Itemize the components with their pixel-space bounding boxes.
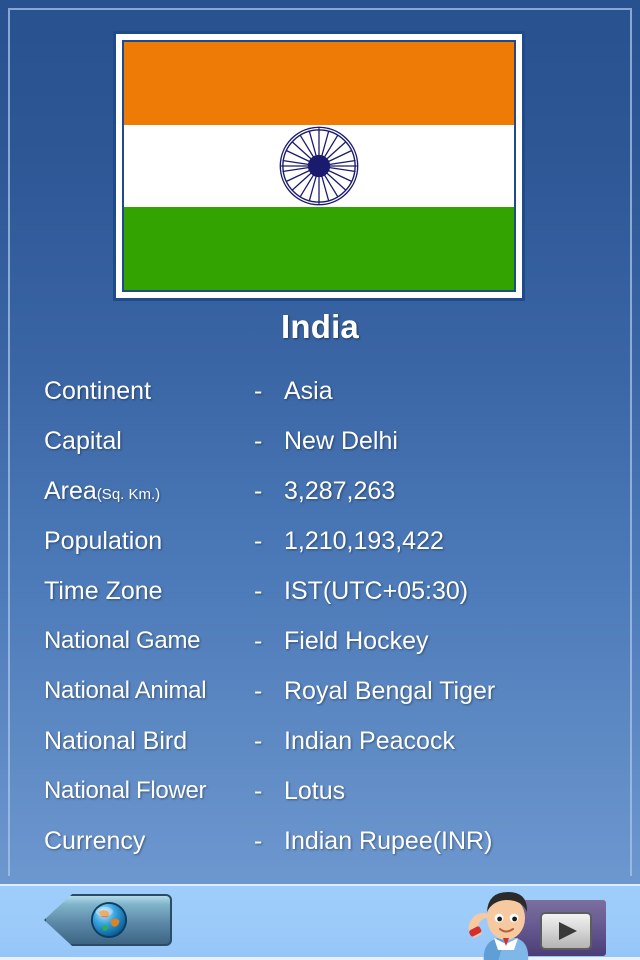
play-triangle <box>559 922 577 940</box>
fact-row-time-zone: Time Zone - IST(UTC+05:30) <box>0 566 640 616</box>
fact-separator: - <box>254 627 263 655</box>
fact-row-capital: Capital - New Delhi <box>0 416 640 466</box>
fact-unit: (Sq. Km.) <box>96 486 161 503</box>
fact-separator: - <box>254 477 263 505</box>
flag-band-green <box>124 207 514 290</box>
back-button[interactable] <box>44 894 172 946</box>
bottom-toolbar <box>0 884 640 960</box>
boy-saluting-icon <box>468 892 529 960</box>
fact-label: Capital <box>44 427 122 455</box>
fact-value: Field Hockey <box>284 627 429 655</box>
fact-label: Population <box>44 527 163 555</box>
flag-frame <box>113 31 525 301</box>
fact-row-currency: Currency - Indian Rupee(INR) <box>0 816 640 866</box>
fact-row-area: Area(Sq. Km.) - 3,287,263 <box>0 466 640 516</box>
fact-row-national-game: National Game - Field Hockey <box>0 616 640 666</box>
fact-separator: - <box>254 677 263 705</box>
fact-value: Indian Peacock <box>284 727 455 755</box>
fact-separator: - <box>254 427 263 455</box>
fact-label: National Flower <box>44 777 207 804</box>
fact-separator: - <box>254 527 263 555</box>
fact-row-population: Population - 1,210,193,422 <box>0 516 640 566</box>
fact-value: 1,210,193,422 <box>284 527 444 555</box>
fact-label: Time Zone <box>44 577 163 605</box>
play-button[interactable] <box>446 888 606 960</box>
fact-separator: - <box>254 727 263 755</box>
ashoka-chakra-icon <box>279 126 359 206</box>
fact-separator: - <box>254 777 263 805</box>
fact-label: Continent <box>44 377 152 405</box>
fact-label: Currency <box>44 827 146 855</box>
fact-value: 3,287,263 <box>284 477 396 505</box>
globe-icon <box>90 901 128 939</box>
play-icon <box>540 912 592 950</box>
fact-row-national-animal: National Animal - Royal Bengal Tiger <box>0 666 640 716</box>
fact-value: Lotus <box>284 777 346 805</box>
fact-value: Royal Bengal Tiger <box>284 677 496 705</box>
fact-value: IST(UTC+05:30) <box>284 577 469 605</box>
fact-label: National Animal <box>44 677 207 704</box>
fact-row-national-flower: National Flower - Lotus <box>0 766 640 816</box>
fact-row-continent: Continent - Asia <box>0 366 640 416</box>
fact-label: National Bird <box>44 727 188 755</box>
page-title: India <box>280 308 359 345</box>
fact-label: National Game <box>44 627 201 654</box>
fact-separator: - <box>254 827 263 855</box>
fact-value: Indian Rupee(INR) <box>284 827 493 855</box>
fact-label: Area(Sq. Km.) <box>44 477 161 505</box>
app-screen: India Continent - Asia Capital - New Del… <box>0 0 640 960</box>
fact-separator: - <box>254 377 263 405</box>
india-flag-icon <box>122 40 516 292</box>
flag-band-saffron <box>124 42 514 125</box>
facts-list: Continent - Asia Capital - New Delhi Are… <box>0 366 640 866</box>
fact-row-national-bird: National Bird - Indian Peacock <box>0 716 640 766</box>
fact-value: Asia <box>284 377 333 405</box>
country-info-panel: India Continent - Asia Capital - New Del… <box>0 0 640 884</box>
fact-value: New Delhi <box>284 427 398 455</box>
fact-separator: - <box>254 577 263 605</box>
